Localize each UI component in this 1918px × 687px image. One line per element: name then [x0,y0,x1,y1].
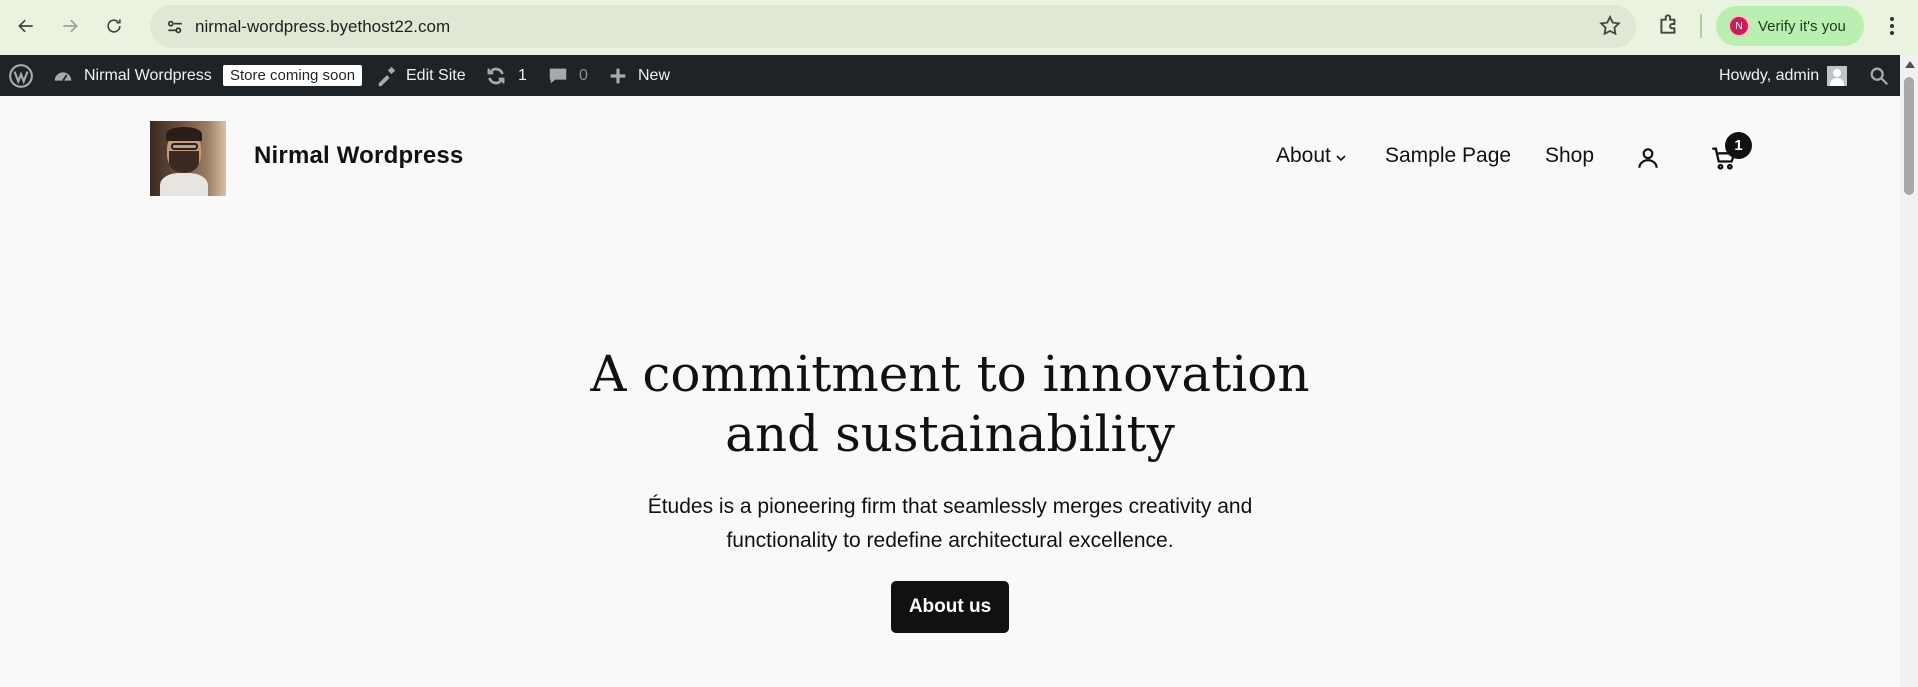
hero-title-line-2: and sustainability [725,405,1175,463]
scroll-up-arrow-icon[interactable] [1905,61,1915,68]
updates-count: 1 [518,66,527,84]
updates-icon [485,65,507,87]
site-page: Nirmal Wordpress About Sample Page Shop … [0,96,1900,687]
hero-title: A commitment to innovation and sustainab… [560,344,1340,464]
site-info-icon[interactable] [160,12,190,42]
profile-verify-button[interactable]: N Verify it's you [1716,6,1864,46]
url-text[interactable]: nirmal-wordpress.byethost22.com [195,17,450,37]
site-title[interactable]: Nirmal Wordpress [254,142,464,170]
site-logo[interactable] [150,121,226,196]
extensions-icon[interactable] [1656,11,1686,41]
site-name-menu[interactable]: Nirmal Wordpress [52,55,212,96]
chevron-down-icon [1336,154,1346,161]
profile-avatar: N [1728,15,1750,37]
hero-subtitle-line-1: Études is a pioneering firm that seamles… [647,495,1253,518]
store-status-badge[interactable]: Store coming soon [223,65,363,86]
reload-icon [107,19,121,33]
hero-subtitle: Études is a pioneering firm that seamles… [560,490,1340,558]
about-us-button[interactable]: About us [891,581,1009,633]
wordpress-logo-icon [8,63,34,89]
arrow-left-icon [18,19,33,33]
howdy-text: Howdy, admin [1719,66,1820,84]
brush-icon [375,65,397,87]
updates-link[interactable]: 1 [485,55,527,96]
cart-count-badge: 1 [1725,132,1752,159]
wp-admin-bar: Nirmal Wordpress Store coming soon Edit … [0,55,1900,96]
hero-title-line-1: A commitment to innovation [590,345,1310,403]
comments-count: 0 [579,66,588,84]
adminbar-site-name: Nirmal Wordpress [84,66,212,84]
edit-site-label: Edit Site [406,66,466,84]
page-scrollbar[interactable] [1900,55,1918,687]
toolbar-divider [1700,14,1702,38]
search-icon [1868,65,1890,87]
nav-item-about[interactable]: About [1276,144,1347,168]
bookmark-star-icon[interactable] [1598,14,1624,40]
reload-button[interactable] [97,9,131,43]
verify-label: Verify it's you [1758,17,1846,35]
browser-menu-icon[interactable] [1880,13,1904,39]
forward-button[interactable] [53,9,87,43]
scrollbar-thumb[interactable] [1904,77,1914,195]
admin-avatar [1827,65,1848,86]
wp-logo-menu[interactable] [8,55,34,96]
account-menu[interactable]: Howdy, admin [1719,55,1848,96]
adminbar-search[interactable] [1868,55,1890,96]
new-content-menu[interactable]: New [607,55,670,96]
comment-icon [547,65,569,87]
plus-icon [607,65,629,87]
nav-item-sample-page[interactable]: Sample Page [1385,144,1511,168]
dashboard-icon [52,65,74,87]
nav-item-shop[interactable]: Shop [1545,144,1594,168]
new-label: New [638,66,671,84]
browser-toolbar: nirmal-wordpress.byethost22.com N Verify… [0,0,1918,55]
back-button[interactable] [9,9,43,43]
edit-site-link[interactable]: Edit Site [375,55,466,96]
comments-link[interactable]: 0 [547,55,588,96]
hero-subtitle-line-2: functionality to redefine architectural … [726,529,1174,552]
arrow-right-icon [63,19,78,33]
account-icon[interactable] [1635,144,1661,172]
nav-about-label: About [1276,144,1331,167]
address-bar[interactable]: nirmal-wordpress.byethost22.com [150,5,1636,48]
